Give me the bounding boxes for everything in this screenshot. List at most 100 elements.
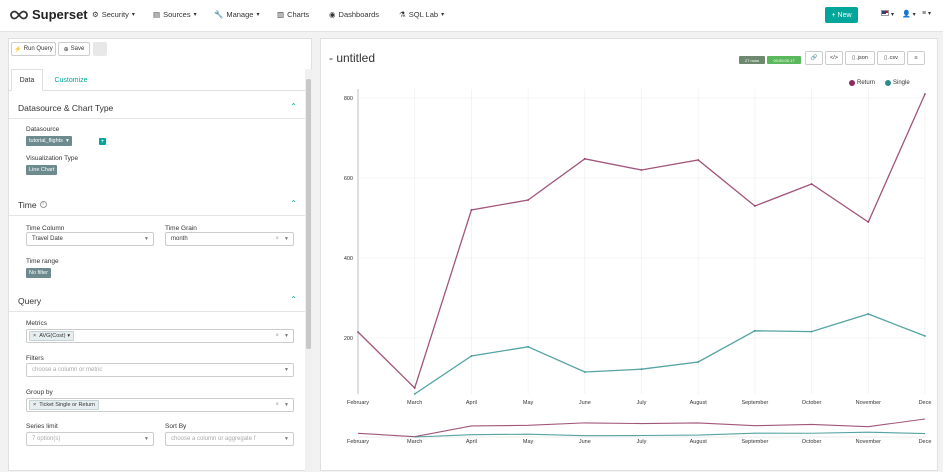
series-limit-label: Series limit	[26, 423, 58, 430]
data-point-return	[697, 159, 700, 161]
section-time-title: Time	[18, 199, 37, 210]
groupby-select[interactable]: × Ticket Single or Return × ▼	[26, 398, 294, 412]
time-column-label: Time Column	[26, 225, 65, 232]
line-chart: 200 400 600 800 February March April May June Jul…	[344, 89, 932, 445]
chevron-down-icon: ▾	[256, 12, 260, 18]
brand-logo[interactable]: Superset	[10, 7, 88, 22]
brand-name: Superset	[32, 7, 88, 22]
sort-by-label: Sort By	[165, 423, 187, 430]
chevron-down-icon: ▼	[144, 436, 149, 442]
clear-icon[interactable]: ×	[275, 402, 279, 408]
context-x-tick-label: June	[579, 439, 591, 445]
chevron-down-icon: ▾	[67, 333, 71, 339]
time-column-select[interactable]: Travel Date ▼	[26, 232, 154, 246]
nav-dashboards[interactable]: ◉ Dashboards	[329, 10, 379, 19]
section-query-header[interactable]: Query ⌃	[9, 290, 305, 312]
data-point-return	[470, 209, 473, 211]
section-datasource-header[interactable]: Datasource & Chart Type ⌃	[9, 97, 305, 119]
user-menu[interactable]: 👤 ▾	[902, 10, 916, 18]
datasource-selector[interactable]: tutorial_flights ▾	[26, 136, 72, 146]
time-range-value: No filter	[29, 270, 48, 276]
data-point-return	[357, 331, 359, 333]
bar-chart-icon: ▥	[277, 10, 285, 19]
settings-menu[interactable]: ≡ ▾	[922, 10, 931, 17]
context-line-return	[357, 418, 926, 438]
run-query-button[interactable]: ⚡ Run Query	[11, 42, 56, 56]
x-tick-label: September	[741, 400, 768, 406]
toggle-icon[interactable]	[93, 42, 107, 56]
nav-sources[interactable]: ▤ Sources ▾	[153, 10, 197, 19]
settings-icon: ≡	[922, 10, 927, 17]
tag-remove-icon[interactable]: ×	[33, 333, 36, 339]
filters-select[interactable]: choose a column or metric ▼	[26, 363, 294, 377]
data-point-single	[583, 371, 586, 373]
chevron-down-icon: ▾	[65, 138, 69, 144]
x-tick-label: November	[856, 400, 882, 406]
chart-panel: - untitled 27 rows 00:00:00.17 🔗 </> ▯ .…	[320, 38, 938, 471]
chevron-down-icon: ▾	[890, 12, 894, 18]
run-query-label: Run Query	[23, 46, 53, 52]
y-tick-label: 600	[344, 176, 353, 182]
filters-placeholder: choose a column or metric	[32, 367, 103, 373]
new-button[interactable]: + New	[825, 7, 858, 23]
nav-manage[interactable]: 🔧 Manage ▾	[214, 10, 259, 19]
time-grain-value: month	[171, 236, 188, 242]
database-icon: ▤	[153, 10, 161, 19]
x-tick-label: June	[579, 400, 591, 406]
chevron-down-icon: ▼	[284, 333, 289, 339]
language-menu[interactable]: ▾	[881, 10, 894, 18]
control-panel-scrollbar[interactable]	[305, 69, 312, 472]
data-point-single	[470, 355, 473, 357]
viz-type-value: Line Chart	[29, 167, 55, 173]
nav-charts[interactable]: ▥ Charts	[277, 10, 309, 19]
scrollbar-thumb[interactable]	[306, 79, 311, 349]
data-point-single	[924, 335, 926, 337]
context-line-single	[414, 431, 926, 438]
time-grain-select[interactable]: month × ▼	[165, 232, 294, 246]
nav-security[interactable]: ⚙ Security ▾	[92, 10, 135, 19]
control-panel: ⚡ Run Query ⊕ Save Data Customize Dataso…	[8, 38, 312, 472]
chevron-down-icon: ▾	[928, 11, 932, 17]
data-point-return	[924, 93, 926, 95]
section-query-title: Query	[18, 295, 42, 306]
series-limit-select[interactable]: 7 option(s) ▼	[26, 432, 154, 446]
context-x-tick-label: July	[637, 439, 647, 445]
metric-tag[interactable]: × AVG(Cost) ▾	[29, 331, 75, 341]
series-limit-placeholder: 7 option(s)	[32, 436, 61, 442]
time-range-selector[interactable]: No filter	[26, 268, 51, 278]
nav-sql-lab[interactable]: ⚗ SQL Lab ▾	[399, 10, 444, 19]
save-label: Save	[70, 46, 85, 52]
tag-remove-icon[interactable]: ×	[33, 402, 36, 408]
filters-label: Filters	[26, 355, 44, 362]
context-x-tick-label: Dece	[919, 439, 932, 445]
clear-icon[interactable]: ×	[275, 333, 279, 339]
save-icon: ⊕	[63, 46, 69, 53]
save-button[interactable]: ⊕ Save	[58, 42, 90, 56]
datasource-value: tutorial_flights	[29, 138, 63, 144]
plus-icon: +	[831, 11, 836, 19]
data-point-single	[697, 361, 700, 363]
data-point-return	[810, 183, 813, 185]
data-point-single	[413, 393, 416, 395]
nav-sources-label: Sources	[163, 10, 191, 19]
tab-data[interactable]: Data	[11, 69, 43, 91]
control-tabs: Data Customize	[9, 69, 305, 91]
time-column-value: Travel Date	[32, 236, 63, 242]
section-time-header[interactable]: Time i ⌃	[9, 194, 305, 216]
tab-data-label: Data	[19, 76, 35, 84]
context-x-tick-label: April	[466, 439, 477, 445]
tab-customize[interactable]: Customize	[47, 69, 95, 91]
viz-type-selector[interactable]: Line Chart	[26, 165, 58, 175]
datasource-label: Datasource	[26, 126, 60, 133]
sort-by-select[interactable]: choose a column or aggregate f ▼	[165, 432, 294, 446]
flask-icon: ⚗	[399, 10, 406, 19]
add-datasource-icon[interactable]: +	[99, 138, 106, 145]
clear-icon[interactable]: ×	[275, 236, 279, 242]
groupby-tag[interactable]: × Ticket Single or Return	[29, 400, 99, 410]
superset-logo-icon	[10, 10, 28, 19]
metrics-select[interactable]: × AVG(Cost) ▾ × ▼	[26, 329, 294, 343]
data-point-single	[640, 368, 643, 371]
dashboard-icon: ◉	[329, 10, 336, 19]
controls-scroll-area: Datasource & Chart Type ⌃ Datasource tut…	[9, 91, 305, 472]
user-icon: 👤	[902, 11, 911, 18]
